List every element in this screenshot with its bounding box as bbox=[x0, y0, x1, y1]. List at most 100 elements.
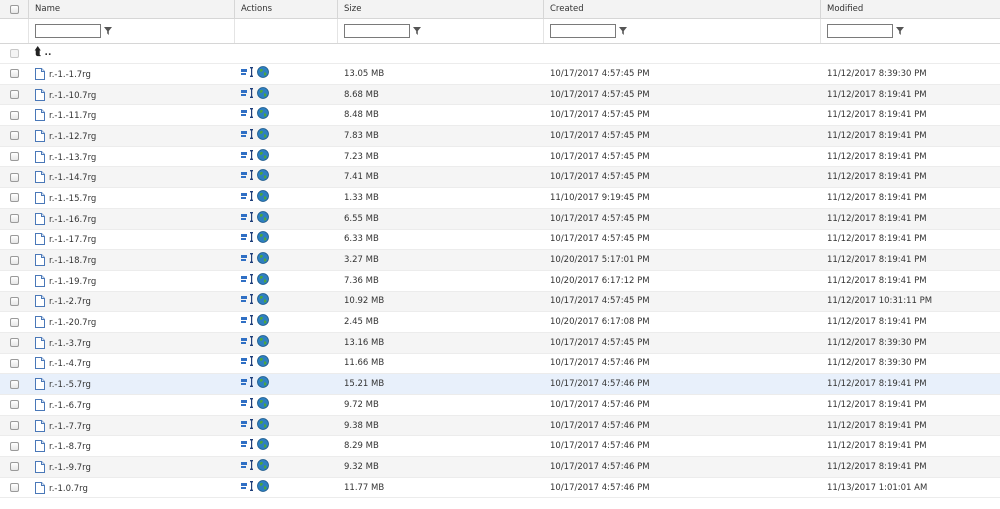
file-row[interactable]: r.-1.-5.7rg 15.21 MB 10/17/2017 4:57:46 … bbox=[0, 374, 1000, 395]
file-name[interactable]: r.-1.-15.7rg bbox=[49, 194, 96, 204]
file-row[interactable]: r.-1.-14.7rg 7.41 MB 10/17/2017 4:57:45 … bbox=[0, 167, 1000, 189]
file-name[interactable]: r.-1.0.7rg bbox=[49, 484, 88, 494]
globe-icon[interactable] bbox=[257, 148, 269, 161]
details-icon[interactable] bbox=[241, 294, 255, 305]
parent-directory-row[interactable]: ⮬ .. bbox=[0, 44, 1000, 64]
modified-filter-input[interactable] bbox=[827, 24, 893, 38]
file-name-cell[interactable]: r.-1.-18.7rg bbox=[29, 250, 235, 270]
file-row[interactable]: r.-1.-3.7rg 13.16 MB 10/17/2017 4:57:45 … bbox=[0, 332, 1000, 354]
file-name-cell[interactable]: r.-1.-17.7rg bbox=[29, 230, 235, 250]
details-icon[interactable] bbox=[241, 397, 255, 408]
file-name[interactable]: r.-1.-3.7rg bbox=[49, 339, 91, 349]
file-name[interactable]: r.-1.-14.7rg bbox=[49, 173, 96, 183]
details-icon[interactable] bbox=[241, 190, 255, 201]
file-name[interactable]: r.-1.-4.7rg bbox=[49, 359, 91, 369]
file-name-cell[interactable]: r.-1.-1.7rg bbox=[29, 64, 235, 84]
details-icon[interactable] bbox=[241, 211, 255, 222]
column-header-name[interactable]: Name bbox=[29, 0, 235, 18]
filter-icon[interactable] bbox=[619, 27, 627, 35]
file-name-cell[interactable]: r.-1.0.7rg bbox=[29, 478, 235, 498]
file-name[interactable]: r.-1.-13.7rg bbox=[49, 153, 96, 163]
size-filter-input[interactable] bbox=[344, 24, 410, 38]
file-name-cell[interactable]: r.-1.-14.7rg bbox=[29, 167, 235, 187]
row-checkbox[interactable] bbox=[10, 131, 19, 141]
globe-icon[interactable] bbox=[257, 417, 269, 430]
file-name-cell[interactable]: r.-1.-7.7rg bbox=[29, 416, 235, 436]
parent-directory-link[interactable]: ⮬ .. bbox=[29, 44, 235, 63]
file-row[interactable]: r.-1.-15.7rg 1.33 MB 11/10/2017 9:19:45 … bbox=[0, 188, 1000, 209]
globe-icon[interactable] bbox=[257, 128, 269, 140]
details-icon[interactable] bbox=[241, 108, 255, 119]
parent-directory-label[interactable]: .. bbox=[45, 48, 52, 58]
row-checkbox[interactable] bbox=[10, 358, 19, 368]
row-checkbox[interactable] bbox=[10, 110, 19, 120]
file-name[interactable]: r.-1.-10.7rg bbox=[49, 91, 96, 101]
select-all-checkbox[interactable] bbox=[9, 4, 19, 14]
details-icon[interactable] bbox=[241, 273, 255, 284]
row-checkbox[interactable] bbox=[10, 172, 19, 182]
row-checkbox[interactable] bbox=[10, 69, 19, 79]
file-row[interactable]: r.-1.-7.7rg 9.38 MB 10/17/2017 4:57:46 P… bbox=[0, 415, 1000, 437]
row-checkbox[interactable] bbox=[10, 193, 19, 203]
row-checkbox[interactable] bbox=[10, 421, 19, 431]
filter-icon[interactable] bbox=[896, 27, 904, 35]
details-icon[interactable] bbox=[241, 66, 255, 77]
row-checkbox[interactable] bbox=[10, 296, 19, 306]
file-name[interactable]: r.-1.-5.7rg bbox=[49, 380, 91, 390]
details-icon[interactable] bbox=[241, 128, 255, 139]
file-name-cell[interactable]: r.-1.-2.7rg bbox=[29, 292, 235, 312]
details-icon[interactable] bbox=[241, 480, 255, 491]
file-row[interactable]: r.-1.-11.7rg 8.48 MB 10/17/2017 4:57:45 … bbox=[0, 105, 1000, 127]
header-select-all[interactable] bbox=[0, 0, 29, 18]
file-name-cell[interactable]: r.-1.-13.7rg bbox=[29, 147, 235, 167]
file-name-cell[interactable]: r.-1.-4.7rg bbox=[29, 354, 235, 374]
globe-icon[interactable] bbox=[257, 479, 269, 492]
file-name-cell[interactable]: r.-1.-19.7rg bbox=[29, 271, 235, 291]
filter-icon[interactable] bbox=[104, 27, 112, 35]
file-name[interactable]: r.-1.-7.7rg bbox=[49, 422, 91, 432]
row-checkbox[interactable] bbox=[10, 152, 19, 162]
file-name[interactable]: r.-1.-9.7rg bbox=[49, 463, 91, 473]
row-checkbox[interactable] bbox=[10, 483, 19, 493]
row-checkbox[interactable] bbox=[10, 255, 19, 265]
globe-icon[interactable] bbox=[257, 169, 269, 182]
details-icon[interactable] bbox=[241, 253, 255, 264]
details-icon[interactable] bbox=[241, 170, 255, 181]
column-header-size[interactable]: Size bbox=[338, 0, 544, 18]
file-name[interactable]: r.-1.-18.7rg bbox=[49, 256, 96, 266]
row-checkbox[interactable] bbox=[10, 276, 19, 286]
row-checkbox[interactable] bbox=[10, 441, 19, 451]
file-name-cell[interactable]: r.-1.-10.7rg bbox=[29, 85, 235, 105]
file-row[interactable]: r.-1.-18.7rg 3.27 MB 10/20/2017 5:17:01 … bbox=[0, 250, 1000, 271]
file-name-cell[interactable]: r.-1.-11.7rg bbox=[29, 105, 235, 125]
file-row[interactable]: r.-1.-8.7rg 8.29 MB 10/17/2017 4:57:46 P… bbox=[0, 436, 1000, 458]
file-row[interactable]: r.-1.-16.7rg 6.55 MB 10/17/2017 4:57:45 … bbox=[0, 208, 1000, 230]
details-icon[interactable] bbox=[241, 439, 255, 450]
file-name-cell[interactable]: r.-1.-3.7rg bbox=[29, 333, 235, 353]
filter-icon[interactable] bbox=[413, 27, 421, 35]
globe-icon[interactable] bbox=[257, 293, 269, 306]
details-icon[interactable] bbox=[241, 335, 255, 346]
file-name[interactable]: r.-1.-6.7rg bbox=[49, 401, 91, 411]
file-name-cell[interactable]: r.-1.-20.7rg bbox=[29, 312, 235, 332]
globe-icon[interactable] bbox=[257, 396, 269, 409]
row-checkbox[interactable] bbox=[10, 234, 19, 244]
row-checkbox[interactable] bbox=[10, 462, 19, 472]
column-header-modified[interactable]: Modified bbox=[821, 0, 1000, 18]
file-name-cell[interactable]: r.-1.-9.7rg bbox=[29, 457, 235, 477]
file-name[interactable]: r.-1.-17.7rg bbox=[49, 235, 96, 245]
file-row[interactable]: r.-1.-19.7rg 7.36 MB 10/20/2017 6:17:12 … bbox=[0, 271, 1000, 292]
file-name-cell[interactable]: r.-1.-5.7rg bbox=[29, 374, 235, 394]
globe-icon[interactable] bbox=[257, 438, 269, 451]
globe-icon[interactable] bbox=[257, 86, 269, 99]
globe-icon[interactable] bbox=[257, 190, 269, 202]
file-row[interactable]: r.-1.-4.7rg 11.66 MB 10/17/2017 4:57:46 … bbox=[0, 354, 1000, 375]
file-name-cell[interactable]: r.-1.-16.7rg bbox=[29, 209, 235, 229]
folder-up-icon[interactable]: ⮬ bbox=[35, 45, 42, 59]
file-name[interactable]: r.-1.-16.7rg bbox=[49, 215, 96, 225]
file-row[interactable]: r.-1.-6.7rg 9.72 MB 10/17/2017 4:57:46 P… bbox=[0, 395, 1000, 416]
details-icon[interactable] bbox=[241, 232, 255, 243]
globe-icon[interactable] bbox=[257, 314, 269, 326]
globe-icon[interactable] bbox=[257, 334, 269, 347]
row-checkbox[interactable] bbox=[10, 400, 19, 410]
